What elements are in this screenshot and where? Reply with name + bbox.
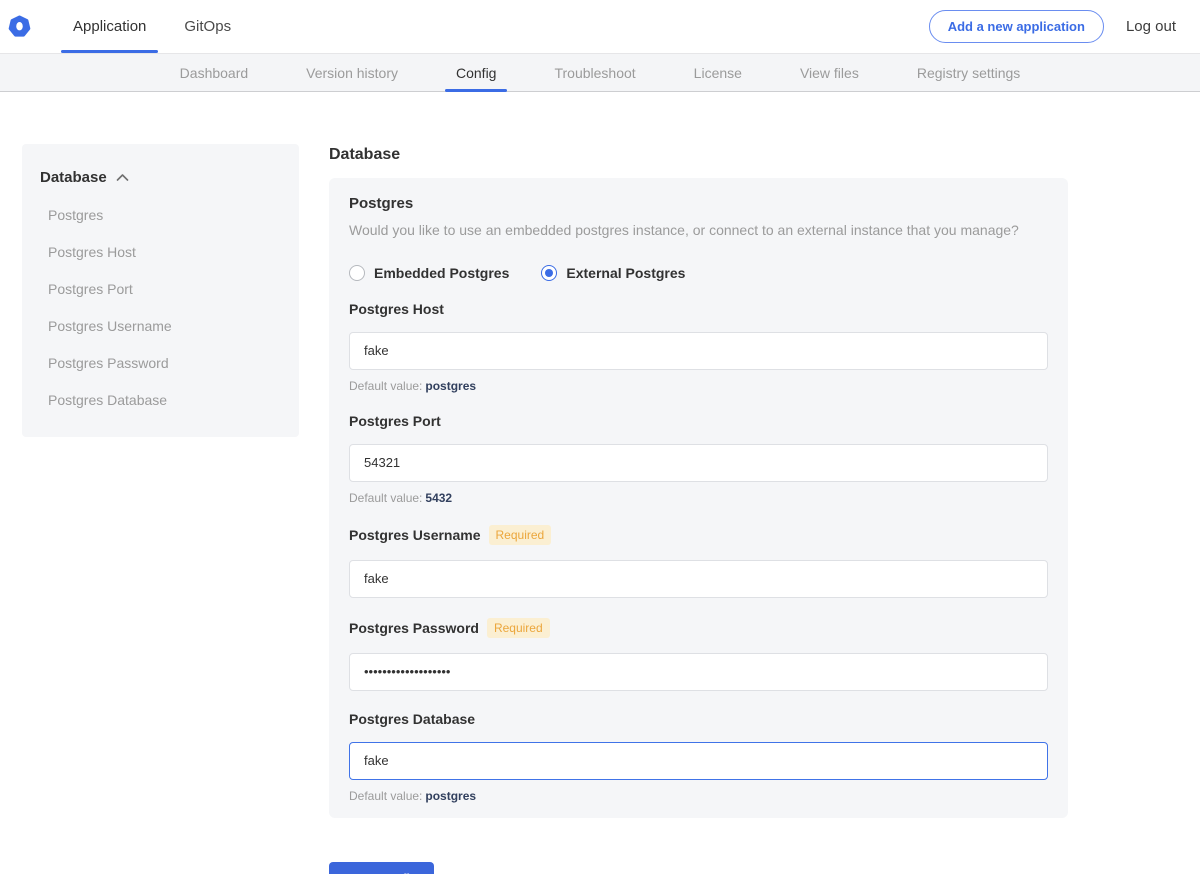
section-title: Database xyxy=(329,146,1068,164)
subtab-view-files[interactable]: View files xyxy=(771,54,888,91)
save-config-button[interactable]: Save config xyxy=(329,862,434,874)
default-value-text: postgres xyxy=(425,379,476,393)
sidebar-item-postgres-host[interactable]: Postgres Host xyxy=(48,244,281,260)
postgres-username-label: Postgres Username Required xyxy=(349,525,1048,545)
logout-button[interactable]: Log out xyxy=(1126,18,1176,35)
tab-gitops-label: GitOps xyxy=(184,18,231,35)
database-config-panel: Postgres Would you like to use an embedd… xyxy=(329,178,1068,818)
config-page: Database Postgres Postgres Host Postgres… xyxy=(0,92,1200,874)
sidebar-item-postgres-username[interactable]: Postgres Username xyxy=(48,318,281,334)
default-value-prefix: Default value: xyxy=(349,789,422,803)
top-tabs: Application GitOps xyxy=(61,0,257,53)
subtab-license-label: License xyxy=(694,65,742,81)
subtab-view-files-label: View files xyxy=(800,65,859,81)
postgres-port-default-helper: Default value:5432 xyxy=(349,491,1048,505)
sidebar-item-postgres[interactable]: Postgres xyxy=(48,207,281,223)
radio-embedded-postgres-label: Embedded Postgres xyxy=(374,265,509,281)
subtab-registry-settings-label: Registry settings xyxy=(917,65,1020,81)
default-value-text: postgres xyxy=(425,789,476,803)
tab-application[interactable]: Application xyxy=(61,0,158,53)
subtab-troubleshoot-label: Troubleshoot xyxy=(554,65,635,81)
subtab-license[interactable]: License xyxy=(665,54,771,91)
postgres-database-label: Postgres Database xyxy=(349,711,1048,727)
postgres-database-label-text: Postgres Database xyxy=(349,711,475,727)
sidebar-group-database[interactable]: Database xyxy=(40,169,281,186)
radio-embedded-postgres[interactable]: Embedded Postgres xyxy=(349,265,509,281)
postgres-database-default-helper: Default value:postgres xyxy=(349,789,1048,803)
radio-external-postgres-circle-icon[interactable] xyxy=(541,265,557,281)
subtab-config[interactable]: Config xyxy=(427,54,525,91)
postgres-password-input[interactable] xyxy=(349,653,1048,691)
kots-logo-icon xyxy=(8,15,31,38)
default-value-prefix: Default value: xyxy=(349,379,422,393)
postgres-username-input[interactable] xyxy=(349,560,1048,598)
sidebar-item-list: Postgres Postgres Host Postgres Port Pos… xyxy=(40,207,281,408)
subtab-version-history[interactable]: Version history xyxy=(277,54,427,91)
subtab-dashboard-label: Dashboard xyxy=(180,65,249,81)
top-nav-actions: Add a new application Log out xyxy=(929,0,1176,53)
subtab-troubleshoot[interactable]: Troubleshoot xyxy=(525,54,664,91)
sidebar-item-postgres-password[interactable]: Postgres Password xyxy=(48,355,281,371)
app-sub-navigation: Dashboard Version history Config Trouble… xyxy=(0,53,1200,92)
postgres-port-label: Postgres Port xyxy=(349,413,1048,429)
config-main: Database Postgres Would you like to use … xyxy=(329,144,1068,874)
subtab-config-label: Config xyxy=(456,65,496,81)
postgres-username-label-text: Postgres Username xyxy=(349,527,481,543)
sidebar-item-postgres-port[interactable]: Postgres Port xyxy=(48,281,281,297)
app-logo[interactable] xyxy=(8,0,31,53)
required-badge: Required xyxy=(489,525,552,545)
postgres-password-label-text: Postgres Password xyxy=(349,620,479,636)
add-application-button[interactable]: Add a new application xyxy=(929,10,1104,43)
sidebar-group-database-label: Database xyxy=(40,169,107,186)
postgres-host-default-helper: Default value:postgres xyxy=(349,379,1048,393)
tab-gitops[interactable]: GitOps xyxy=(172,0,243,53)
postgres-password-label: Postgres Password Required xyxy=(349,618,1048,638)
group-description: Would you like to use an embedded postgr… xyxy=(349,221,1048,240)
tab-application-label: Application xyxy=(73,18,146,35)
subtab-registry-settings[interactable]: Registry settings xyxy=(888,54,1049,91)
top-navigation: Application GitOps Add a new application… xyxy=(0,0,1200,53)
radio-embedded-postgres-circle-icon[interactable] xyxy=(349,265,365,281)
required-badge: Required xyxy=(487,618,550,638)
postgres-port-input[interactable] xyxy=(349,444,1048,482)
postgres-host-label-text: Postgres Host xyxy=(349,301,444,317)
postgres-database-input[interactable] xyxy=(349,742,1048,780)
radio-external-postgres-label: External Postgres xyxy=(566,265,685,281)
default-value-prefix: Default value: xyxy=(349,491,422,505)
postgres-type-radio-group: Embedded Postgres External Postgres xyxy=(349,265,1048,281)
postgres-host-label: Postgres Host xyxy=(349,301,1048,317)
group-title-postgres: Postgres xyxy=(349,195,1048,212)
subtab-version-history-label: Version history xyxy=(306,65,398,81)
config-sidebar: Database Postgres Postgres Host Postgres… xyxy=(22,144,299,437)
subtab-dashboard[interactable]: Dashboard xyxy=(151,54,278,91)
chevron-up-icon xyxy=(116,173,129,182)
default-value-text: 5432 xyxy=(425,491,452,505)
radio-selected-dot xyxy=(545,269,553,277)
postgres-host-input[interactable] xyxy=(349,332,1048,370)
sidebar-item-postgres-database[interactable]: Postgres Database xyxy=(48,392,281,408)
radio-external-postgres[interactable]: External Postgres xyxy=(541,265,685,281)
postgres-port-label-text: Postgres Port xyxy=(349,413,441,429)
